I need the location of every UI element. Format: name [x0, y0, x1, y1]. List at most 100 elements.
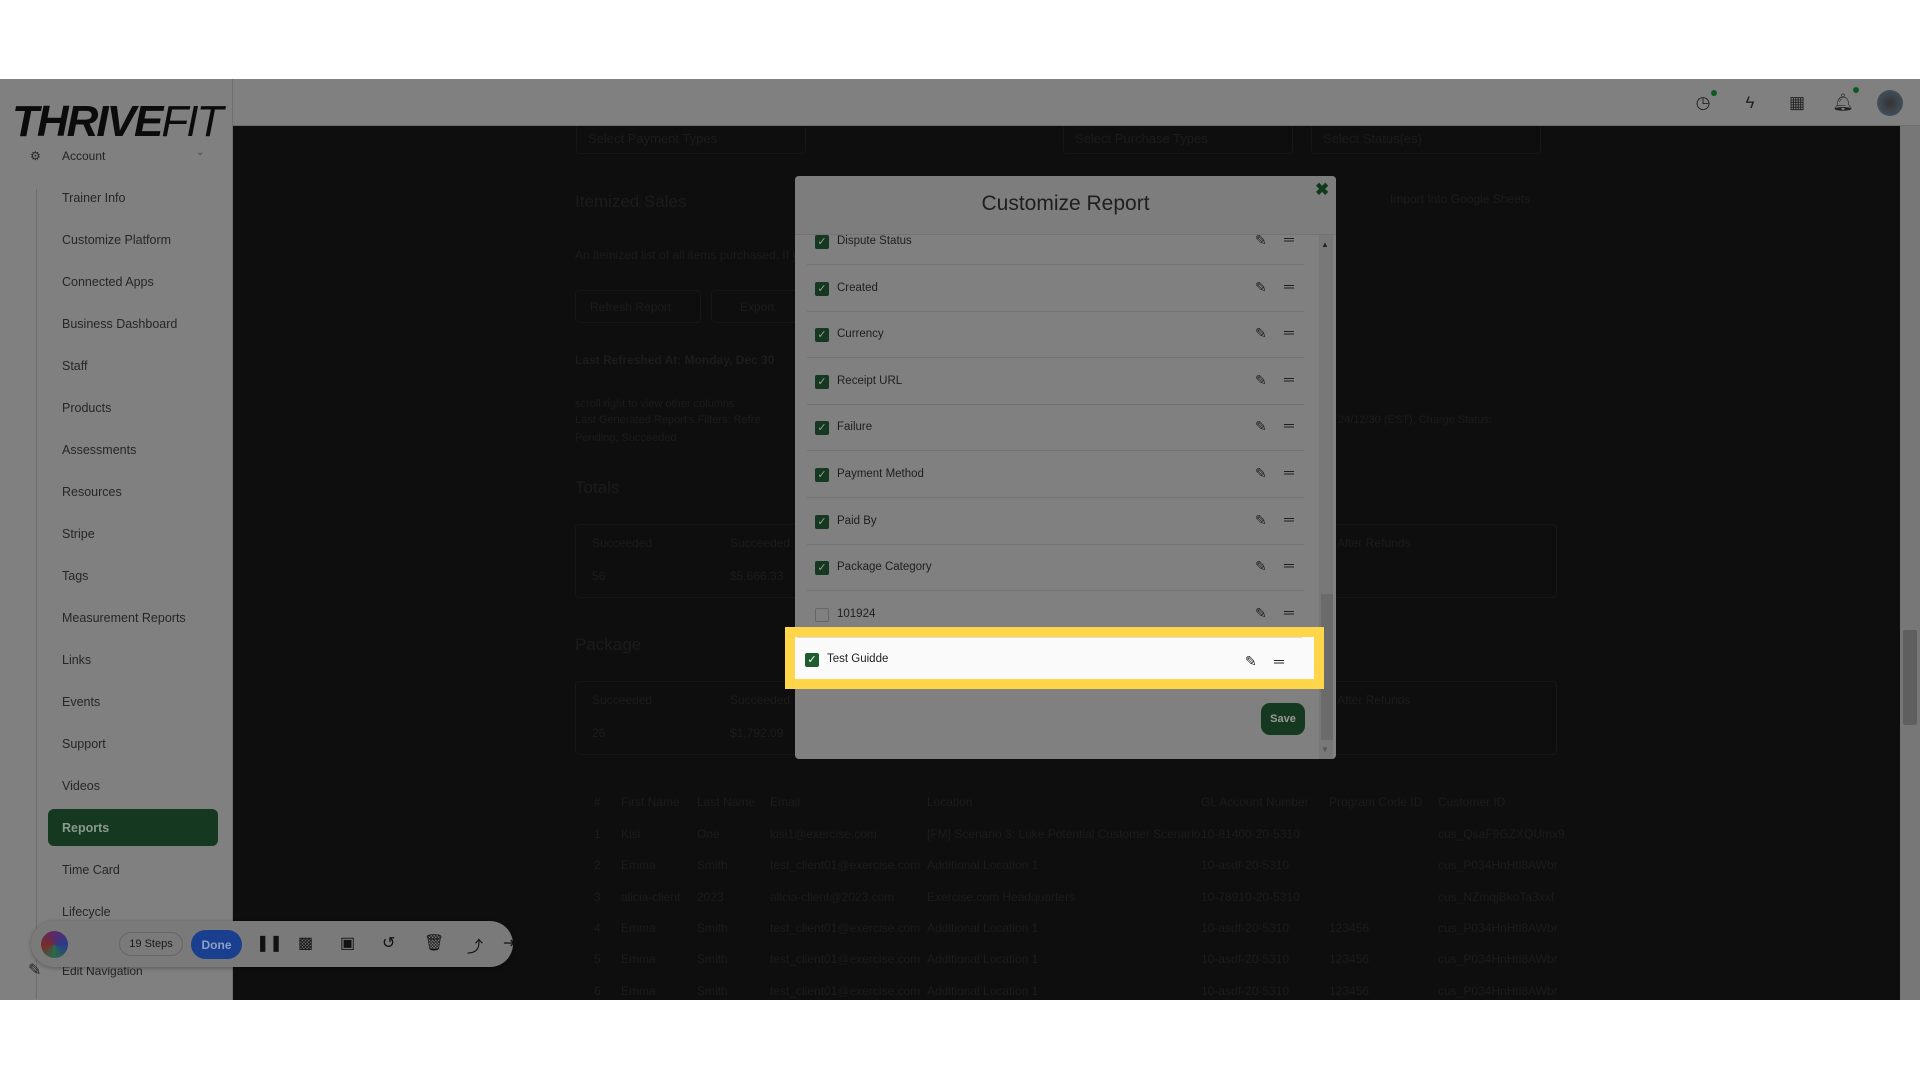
sidebar-item-staff[interactable]: Staff	[62, 359, 87, 373]
checkbox-checked[interactable]: ✓	[815, 281, 829, 296]
pause-icon[interactable]: ❚❚	[256, 933, 283, 953]
table-cell: 1	[594, 827, 601, 841]
page-scrollbar-thumb[interactable]	[1903, 630, 1917, 725]
column-label: Created	[837, 281, 878, 294]
filters-note: 24/12/30 (EST); Charge Status:	[1338, 414, 1493, 426]
drag-handle-icon[interactable]: ═	[1284, 511, 1294, 527]
column-row[interactable]: ✓ Payment Method ✎ ═	[807, 452, 1304, 498]
summary-value: 26	[592, 726, 606, 740]
avatar[interactable]	[1877, 90, 1903, 116]
sidebar-item-reports[interactable]: Reports	[62, 821, 109, 835]
checkbox-checked[interactable]: ✓	[815, 468, 829, 482]
clock-icon[interactable]: ◷	[1692, 92, 1714, 114]
summary-header: Succeeded	[730, 693, 791, 707]
import-google-sheets-link[interactable]: Import Into Google Sheets	[1390, 192, 1530, 206]
skip-icon[interactable]: ⇥	[503, 933, 516, 953]
bolt-icon[interactable]: ϟ	[1739, 92, 1761, 114]
drag-handle-icon[interactable]: ═	[1284, 557, 1294, 573]
bell-icon[interactable]: 🔔︎	[1832, 92, 1854, 114]
checkbox-checked[interactable]: ✓	[815, 561, 829, 576]
pencil-icon[interactable]: ✎	[1255, 232, 1267, 249]
top-margin	[0, 0, 1920, 79]
done-button[interactable]: Done	[191, 930, 242, 959]
sidebar-item-products[interactable]: Products	[62, 401, 111, 415]
column-row[interactable]: ✓ Currency ✎ ═	[807, 312, 1304, 359]
column-row[interactable]: ✓ Created ✎ ═	[807, 266, 1304, 312]
checkbox-checked[interactable]: ✓	[815, 374, 829, 389]
pencil-icon[interactable]: ✎	[1255, 465, 1267, 482]
drag-handle-icon[interactable]: ═	[1284, 278, 1294, 294]
undo-icon[interactable]: ↺	[382, 933, 395, 953]
pencil-icon[interactable]: ✎	[1255, 418, 1267, 435]
column-label: Receipt URL	[837, 374, 903, 387]
checkbox-checked[interactable]: ✓	[815, 421, 829, 436]
column-row[interactable]: ✓ Paid By ✎ ═	[807, 499, 1304, 545]
sidebar-item-resources[interactable]: Resources	[62, 485, 122, 499]
table-cell: Smith	[697, 983, 728, 998]
pencil-icon[interactable]: ✎	[1255, 279, 1267, 296]
blur-icon[interactable]: ▩	[298, 933, 313, 953]
scroll-up-icon[interactable]: ▲	[1321, 240, 1329, 249]
table-cell: Additional Location 1	[927, 920, 1039, 935]
logo[interactable]: THRIVEFIT	[12, 97, 223, 147]
drag-handle-icon[interactable]: ═	[1284, 324, 1294, 340]
column-row[interactable]: ✓ Package Category ✎ ═	[807, 545, 1304, 592]
column-label: Payment Method	[837, 468, 924, 480]
pencil-icon[interactable]: ✎	[1255, 605, 1267, 622]
apps-grid-icon[interactable]: ▦	[1786, 92, 1808, 114]
page-scrollbar[interactable]	[1900, 126, 1920, 1000]
column-row[interactable]: ✓ Receipt URL ✎ ═	[807, 359, 1304, 405]
pencil-icon[interactable]: ✎	[1255, 558, 1267, 575]
drag-handle-icon[interactable]: ═	[1274, 653, 1284, 669]
trash-icon[interactable]: 🗑︎	[424, 933, 444, 953]
sidebar-item-measurement-reports[interactable]: Measurement Reports	[62, 611, 186, 625]
sidebar-item-trainer-info[interactable]: Trainer Info	[62, 191, 125, 205]
table-cell: test_client01@exercise.com	[770, 983, 921, 998]
close-icon[interactable]: ✖	[1315, 180, 1329, 200]
table-cell: Emma	[621, 858, 656, 873]
drag-handle-icon[interactable]: ═	[1284, 371, 1294, 387]
summary-value: 56	[592, 569, 606, 583]
table-cell: 2023	[697, 889, 724, 904]
column-row[interactable]: ✓ Dispute Status ✎ ═	[807, 219, 1304, 265]
checkbox-checked[interactable]: ✓	[815, 328, 829, 343]
table-cell: 4	[594, 920, 601, 935]
account-icon: ⚙	[30, 149, 41, 163]
sidebar-item-videos[interactable]: Videos	[62, 779, 100, 793]
steps-counter[interactable]: 19 Steps	[119, 932, 183, 956]
sidebar-section-account[interactable]: Account	[62, 149, 105, 163]
checkbox-checked[interactable]: ✓	[815, 235, 829, 249]
save-button[interactable]: Save	[1261, 703, 1305, 735]
table-cell: Smith	[697, 858, 728, 873]
drag-handle-icon[interactable]: ═	[1284, 604, 1294, 620]
image-icon[interactable]: ▣	[340, 933, 355, 953]
scroll-down-icon[interactable]: ▼	[1321, 745, 1329, 754]
drag-handle-icon[interactable]: ═	[1284, 464, 1294, 480]
sidebar-item-time-card[interactable]: Time Card	[62, 863, 120, 877]
sidebar-item-stripe[interactable]: Stripe	[62, 527, 95, 541]
sidebar-item-customize-platform[interactable]: Customize Platform	[62, 233, 171, 247]
chevron-down-icon[interactable]: ⌄	[196, 147, 204, 158]
sidebar-item-lifecycle[interactable]: Lifecycle	[62, 905, 111, 919]
sidebar-item-assessments[interactable]: Assessments	[62, 443, 136, 457]
column-row[interactable]: ✓ Failure ✎ ═	[807, 405, 1304, 452]
sidebar-item-tags[interactable]: Tags	[62, 569, 88, 583]
sidebar-item-business-dashboard[interactable]: Business Dashboard	[62, 317, 177, 331]
pencil-icon[interactable]: ✎	[1255, 325, 1267, 342]
upload-icon[interactable]: ⤴	[467, 933, 483, 957]
drag-handle-icon[interactable]: ═	[1284, 231, 1294, 247]
sidebar-item-links[interactable]: Links	[62, 653, 91, 667]
checkbox-checked[interactable]: ✓	[815, 514, 829, 529]
drag-handle-icon[interactable]: ═	[1284, 417, 1294, 433]
pencil-icon[interactable]: ✎	[1245, 653, 1257, 670]
column-row-test-guidde[interactable]: ✓ Test Guidde ✎ ═	[797, 637, 1302, 681]
sidebar-item-support[interactable]: Support	[62, 737, 106, 751]
recorder-toolbar: 19 Steps Done ❚❚ ▩ ▣ ↺ 🗑︎ ⤴ ⇥	[31, 921, 516, 967]
pencil-icon[interactable]: ✎	[1255, 372, 1267, 389]
pencil-icon[interactable]: ✎	[1255, 512, 1267, 529]
checkbox-unchecked[interactable]	[815, 607, 829, 622]
sidebar-item-connected-apps[interactable]: Connected Apps	[62, 275, 154, 289]
sidebar-item-events[interactable]: Events	[62, 695, 100, 709]
checkbox-checked[interactable]: ✓	[805, 653, 819, 667]
column-label: 101924	[837, 607, 876, 620]
